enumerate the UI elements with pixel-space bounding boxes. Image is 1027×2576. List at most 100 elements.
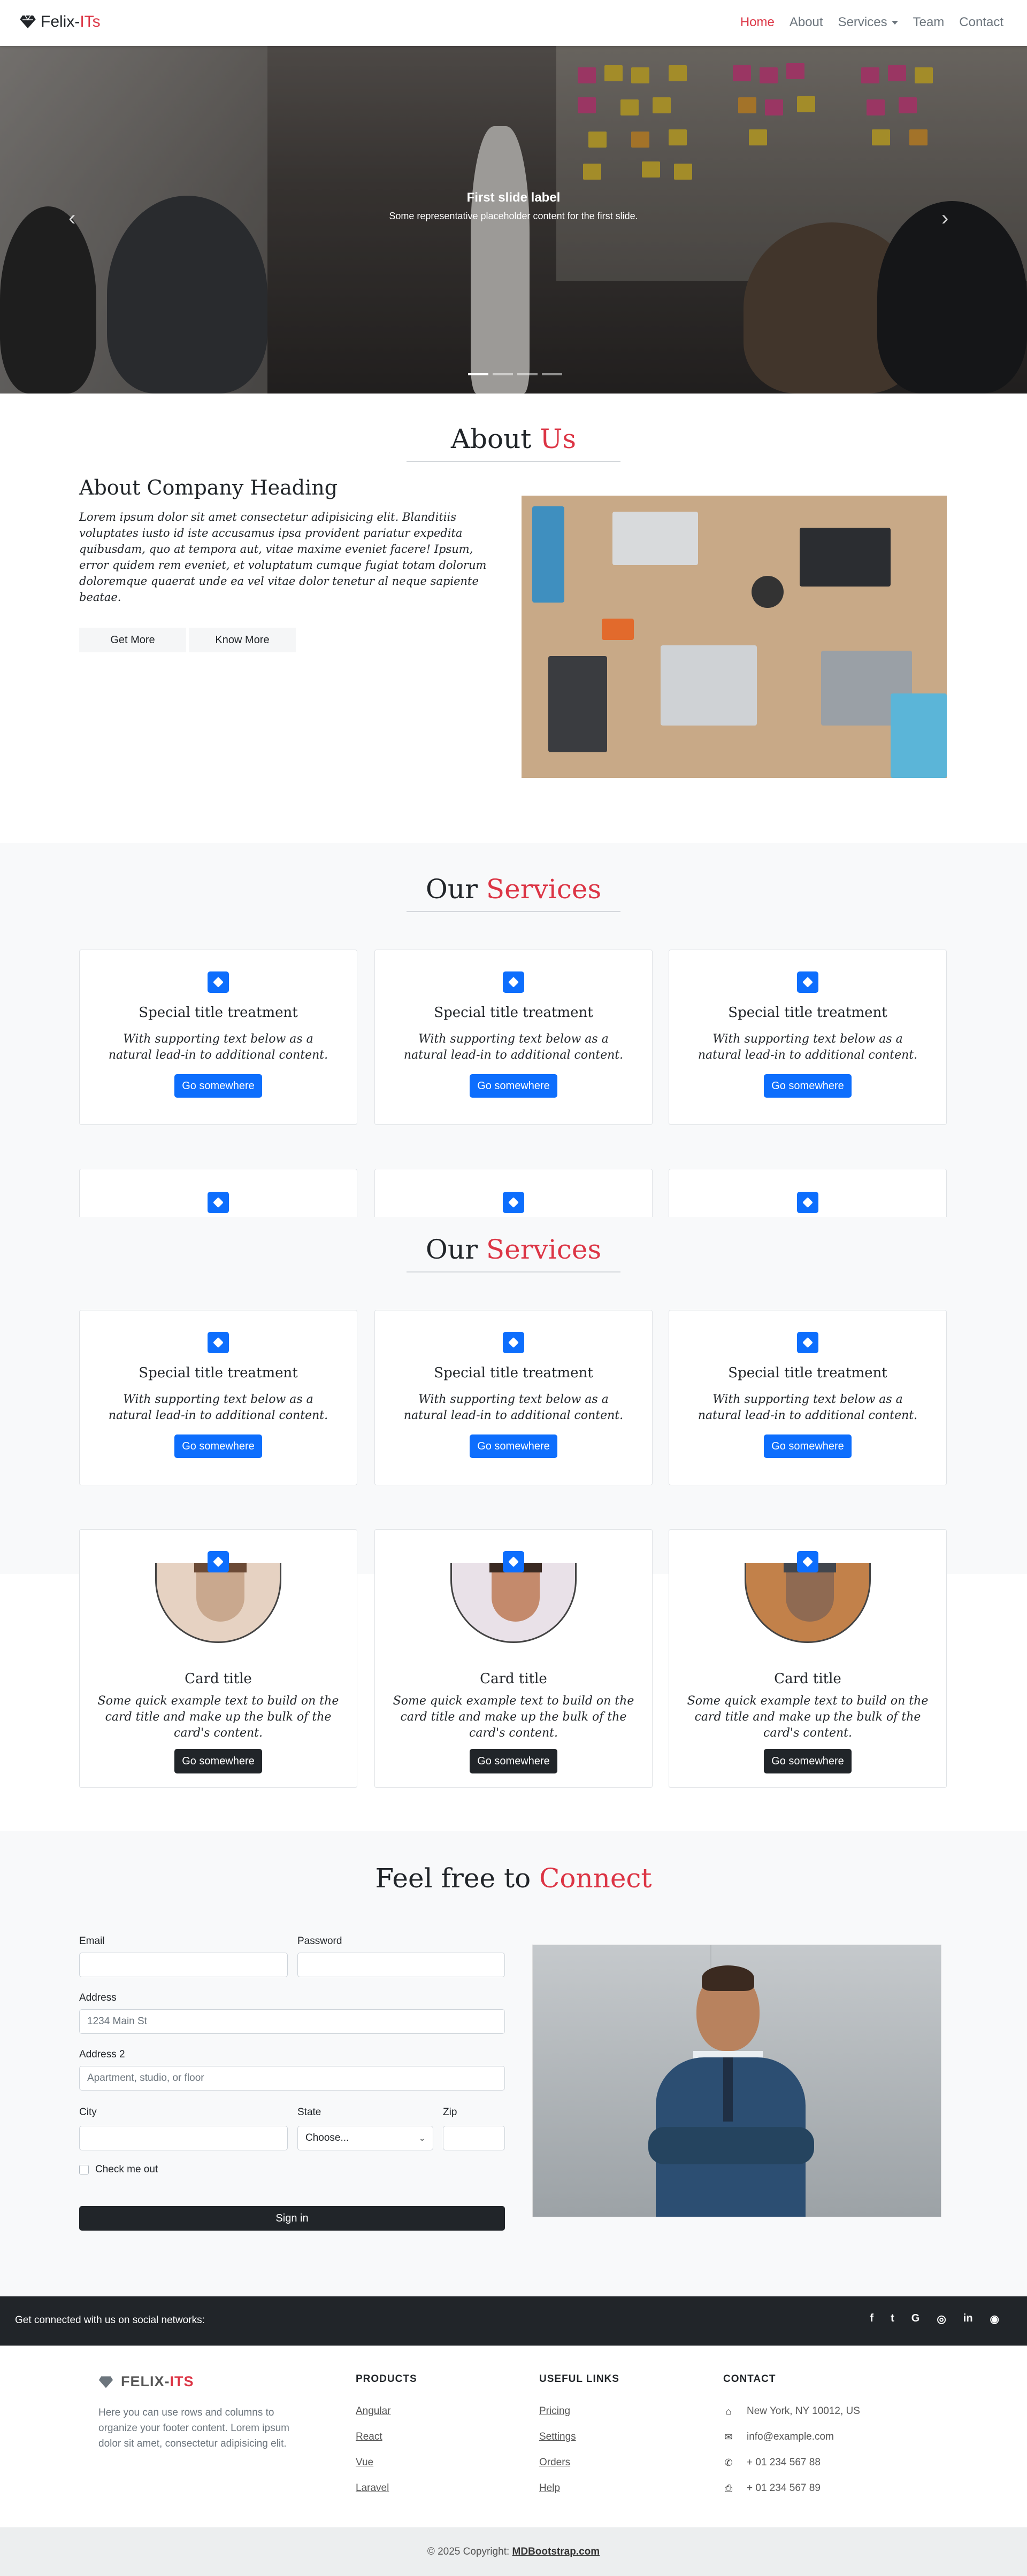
- card-title: Special title treatment: [434, 1005, 593, 1021]
- services-title: Our Services: [0, 1234, 1027, 1265]
- services-title-main: Our: [425, 874, 478, 905]
- go-somewhere-button[interactable]: Go somewhere: [174, 1434, 262, 1458]
- nav-home[interactable]: Home: [740, 15, 775, 30]
- nav-about[interactable]: About: [790, 15, 823, 30]
- nav-services[interactable]: Services: [838, 15, 898, 30]
- password-field[interactable]: [297, 1953, 505, 1977]
- go-somewhere-button[interactable]: Go somewhere: [764, 1074, 852, 1098]
- nav-contact[interactable]: Contact: [959, 15, 1003, 30]
- service-card: Special title treatment With supporting t…: [374, 1310, 653, 1485]
- caret-down-icon: [891, 21, 898, 25]
- home-icon: ⌂: [725, 2405, 732, 2417]
- diamond-icon: [503, 971, 524, 993]
- diamond-icon: [797, 1551, 818, 1572]
- diamond-icon: [208, 1332, 229, 1353]
- zip-field[interactable]: [443, 2126, 505, 2150]
- card-text: With supporting text below as a natural …: [403, 1393, 624, 1422]
- footer-link[interactable]: Angular: [356, 2405, 417, 2417]
- service-card: Special title treatment With supporting t…: [669, 950, 947, 1125]
- slide-title: First slide label: [466, 190, 561, 205]
- state-select[interactable]: Choose... ⌄: [297, 2126, 433, 2150]
- chevron-down-icon: ⌄: [419, 2133, 425, 2142]
- footer-link[interactable]: Orders: [539, 2457, 619, 2469]
- card-title: Special title treatment: [728, 1365, 887, 1381]
- footer-phone: + 01 234 567 88: [747, 2457, 821, 2468]
- card-text: Some quick example text to build on the …: [687, 1694, 929, 1740]
- get-more-button[interactable]: Get More: [79, 628, 186, 652]
- footer-email: info@example.com: [747, 2431, 834, 2442]
- services-title: Our Services: [0, 874, 1027, 905]
- twitter-icon[interactable]: t: [891, 2312, 894, 2326]
- footer-link[interactable]: Settings: [539, 2431, 619, 2443]
- instagram-icon[interactable]: ◎: [937, 2312, 946, 2326]
- slide-text: Some representative placeholder content …: [389, 211, 638, 221]
- google-icon[interactable]: G: [911, 2312, 920, 2326]
- about-title-accent: Us: [540, 423, 577, 454]
- about-image: [522, 496, 947, 778]
- footer-brand-accent: ITS: [170, 2373, 194, 2389]
- check-me-out-checkbox[interactable]: [79, 2165, 89, 2174]
- footer-link[interactable]: Laravel: [356, 2482, 417, 2494]
- card-title: Card title: [774, 1671, 841, 1687]
- city-field[interactable]: [79, 2126, 288, 2150]
- footer-links-head: USEFUL LINKS: [539, 2373, 619, 2385]
- phone-icon: ✆: [724, 2457, 733, 2468]
- chevron-left-icon[interactable]: ‹: [68, 206, 90, 230]
- carousel-indicator[interactable]: [517, 373, 538, 375]
- check-me-out-label: Check me out: [95, 2164, 158, 2175]
- chevron-right-icon[interactable]: ›: [941, 206, 963, 230]
- email-field[interactable]: [79, 1953, 288, 1977]
- team-card: Card title Some quick example text to bui…: [374, 1529, 653, 1788]
- team-card: Card title Some quick example text to bui…: [669, 1529, 947, 1788]
- card-title: Special title treatment: [434, 1365, 593, 1381]
- about-title-main: About: [450, 423, 532, 454]
- card-text: With supporting text below as a natural …: [108, 1393, 328, 1422]
- service-card: [79, 1169, 357, 1217]
- footer-link[interactable]: React: [356, 2431, 417, 2443]
- footer-link[interactable]: Help: [539, 2482, 619, 2494]
- brand-logo[interactable]: Felix-ITs: [19, 13, 101, 31]
- go-somewhere-button[interactable]: Go somewhere: [174, 1749, 262, 1773]
- go-somewhere-button[interactable]: Go somewhere: [470, 1434, 557, 1458]
- diamond-icon: [797, 1192, 818, 1213]
- diamond-icon: [797, 1332, 818, 1353]
- nav-team[interactable]: Team: [913, 15, 945, 30]
- divider: [407, 461, 620, 462]
- diamond-icon: [797, 971, 818, 993]
- gem-icon: [98, 2376, 113, 2388]
- go-somewhere-button[interactable]: Go somewhere: [470, 1749, 557, 1773]
- footer-link[interactable]: Pricing: [539, 2405, 619, 2417]
- state-label: State: [297, 2107, 321, 2118]
- hero-carousel: First slide label Some representative pl…: [0, 46, 1027, 394]
- facebook-icon[interactable]: f: [870, 2312, 873, 2326]
- go-somewhere-button[interactable]: Go somewhere: [174, 1074, 262, 1098]
- carousel-indicator[interactable]: [493, 373, 513, 375]
- about-heading: About Company Heading: [79, 476, 338, 499]
- footer-link[interactable]: Vue: [356, 2457, 417, 2469]
- footer: FELIX-ITS Here you can use rows and colu…: [0, 2346, 1027, 2527]
- know-more-button[interactable]: Know More: [189, 628, 296, 652]
- go-somewhere-button[interactable]: Go somewhere: [764, 1434, 852, 1458]
- copyright-bar: © 2025 Copyright: MDBootstrap.com: [0, 2527, 1027, 2576]
- go-somewhere-button[interactable]: Go somewhere: [764, 1749, 852, 1773]
- carousel-caption: First slide label Some representative pl…: [0, 190, 1027, 222]
- city-label: City: [79, 2107, 97, 2118]
- copyright-link[interactable]: MDBootstrap.com: [512, 2546, 600, 2557]
- services-title-main: Our: [425, 1234, 478, 1265]
- divider: [407, 911, 620, 912]
- go-somewhere-button[interactable]: Go somewhere: [470, 1074, 557, 1098]
- state-select-value: Choose...: [305, 2132, 349, 2143]
- linkedin-icon[interactable]: in: [963, 2312, 973, 2326]
- diamond-icon: [208, 1192, 229, 1213]
- diamond-icon: [503, 1192, 524, 1213]
- carousel-indicator[interactable]: [542, 373, 562, 375]
- sign-in-button[interactable]: Sign in: [79, 2206, 505, 2231]
- footer-brand: FELIX-ITS: [98, 2373, 312, 2390]
- carousel-indicator[interactable]: [468, 373, 488, 375]
- card-text: With supporting text below as a natural …: [698, 1032, 918, 1062]
- avatar: [745, 1563, 871, 1643]
- contact-title-accent: Connect: [539, 1863, 652, 1894]
- address2-field[interactable]: Apartment, studio, or floor: [79, 2066, 505, 2091]
- github-icon[interactable]: ◉: [990, 2312, 999, 2326]
- address-field[interactable]: 1234 Main St: [79, 2009, 505, 2034]
